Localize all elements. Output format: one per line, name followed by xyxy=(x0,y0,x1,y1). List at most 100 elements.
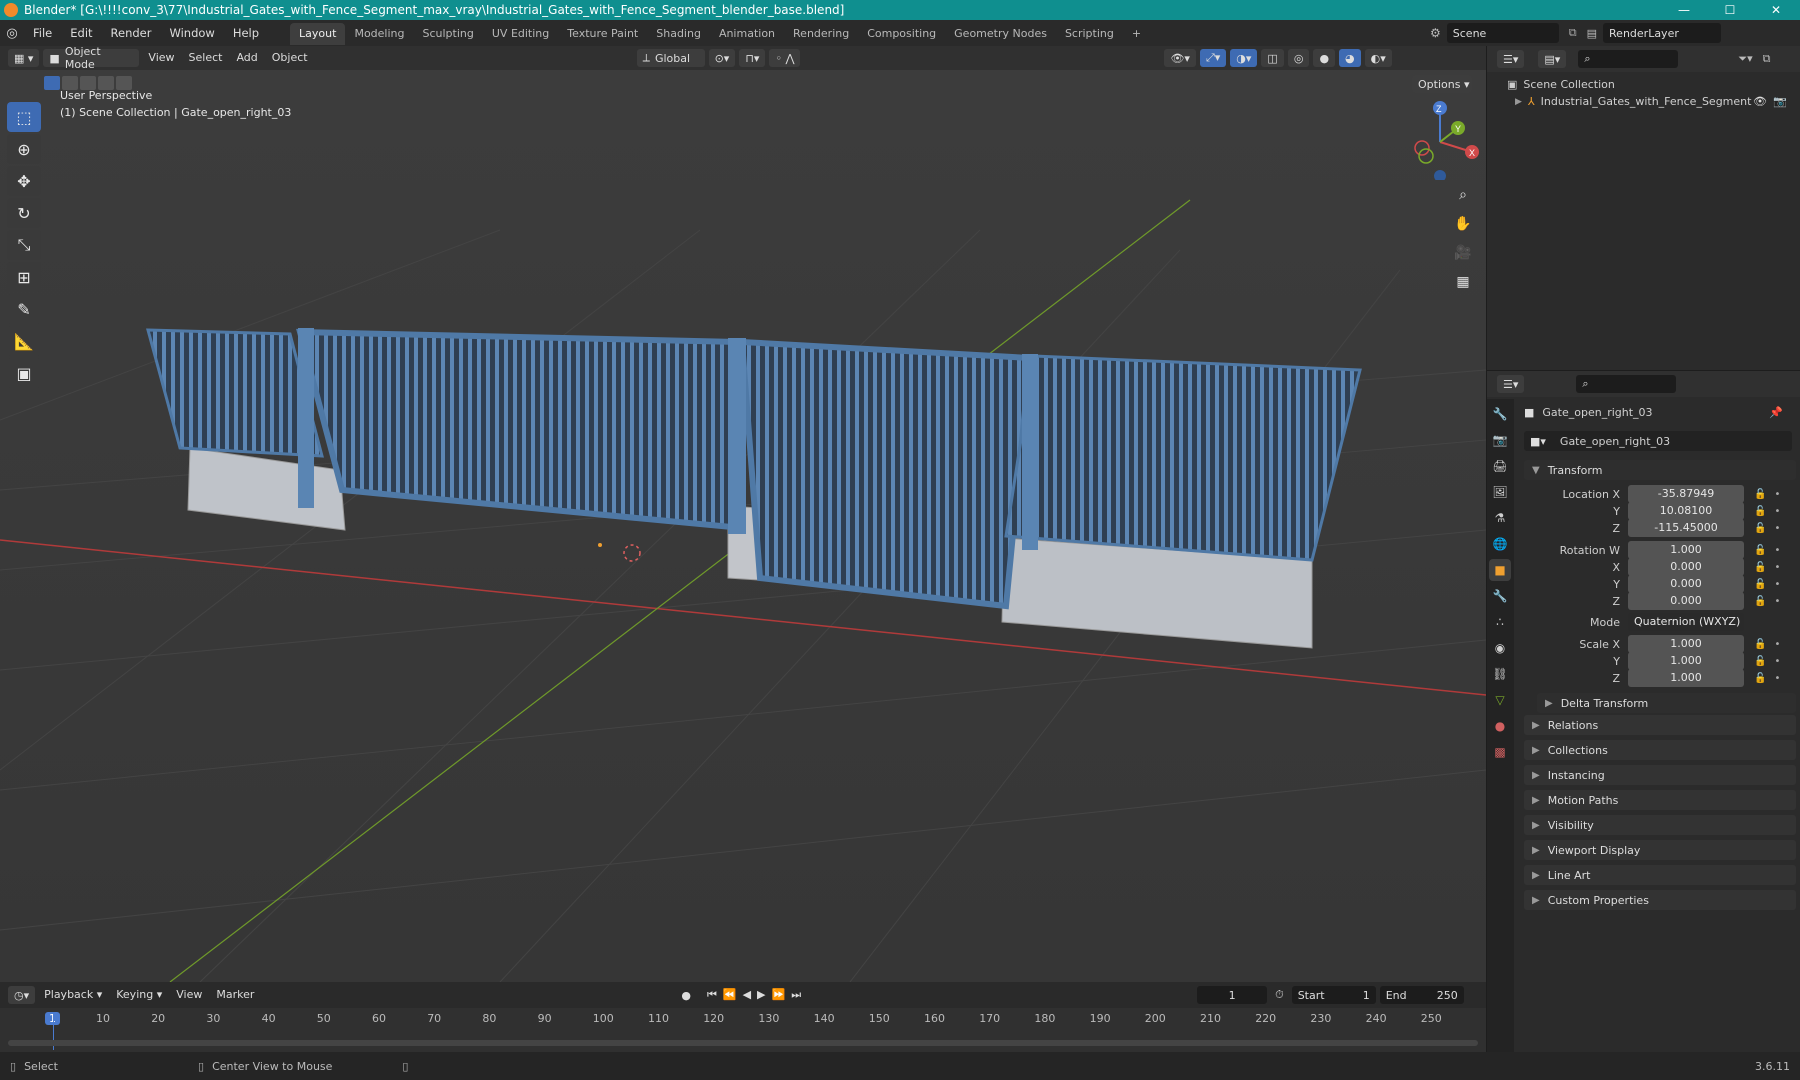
tool-tab-icon[interactable]: 🔧 xyxy=(1489,403,1511,425)
menu-playback[interactable]: Playback ▾ xyxy=(37,986,109,1004)
zoom-icon[interactable]: ⌕ xyxy=(1450,182,1476,208)
shading-rendered[interactable]: ◐▾ xyxy=(1364,49,1392,67)
select-new-icon[interactable] xyxy=(44,76,60,90)
outliner-editor-type[interactable]: ☰▾ xyxy=(1497,50,1525,68)
mode-dropdown[interactable]: ■ Object Mode xyxy=(43,45,140,71)
blender-menu-icon[interactable]: ◎ xyxy=(0,26,24,41)
lock-icon[interactable]: 🔓• xyxy=(1754,579,1788,590)
filter-icon[interactable]: ⏷▾ xyxy=(1738,52,1752,66)
viewport-display-panel[interactable]: ▶ Viewport Display xyxy=(1524,840,1796,860)
material-tab-icon[interactable]: ● xyxy=(1489,715,1511,737)
menu-window[interactable]: Window xyxy=(160,20,223,46)
tab-uv-editing[interactable]: UV Editing xyxy=(483,23,558,45)
record-icon[interactable]: ● xyxy=(681,989,691,1002)
rotation-y-field[interactable]: 0.000 xyxy=(1628,575,1744,593)
line-art-panel[interactable]: ▶ Line Art xyxy=(1524,865,1796,885)
scale-tool-icon[interactable]: ⤡ xyxy=(7,230,41,260)
tab-modeling[interactable]: Modeling xyxy=(345,23,413,45)
lock-icon[interactable]: 🔓• xyxy=(1754,596,1788,607)
menu-view[interactable]: View xyxy=(141,49,181,67)
outliner-scene-collection[interactable]: ▣ Scene Collection xyxy=(1487,72,1800,91)
select-intersect-icon[interactable] xyxy=(116,76,132,90)
rotation-mode-dropdown[interactable]: Quaternion (WXYZ) ▾ xyxy=(1628,613,1744,646)
minimize-button[interactable]: — xyxy=(1662,0,1706,20)
gizmo-toggle[interactable]: ⤢▾ xyxy=(1199,49,1227,67)
menu-help[interactable]: Help xyxy=(224,20,268,46)
tab-sculpting[interactable]: Sculpting xyxy=(414,23,483,45)
select-invert-icon[interactable] xyxy=(98,76,114,90)
tab-geometry-nodes[interactable]: Geometry Nodes xyxy=(945,23,1056,45)
particles-tab-icon[interactable]: ∴ xyxy=(1489,611,1511,633)
measure-tool-icon[interactable]: 📐 xyxy=(7,326,41,356)
timeline-ruler[interactable]: 1102030405060708090100110120130140150160… xyxy=(0,1008,1486,1028)
close-button[interactable]: ✕ xyxy=(1754,0,1798,20)
tab-animation[interactable]: Animation xyxy=(710,23,784,45)
scale-z-field[interactable]: 1.000 xyxy=(1628,669,1744,687)
current-frame-field[interactable]: 1 xyxy=(1197,986,1268,1004)
instancing-panel[interactable]: ▶ Instancing xyxy=(1524,765,1796,785)
outliner-item[interactable]: ▶ ⅄ Industrial_Gates_with_Fence_Segment … xyxy=(1487,91,1800,108)
physics-tab-icon[interactable]: ◉ xyxy=(1489,637,1511,659)
menu-timeline-view[interactable]: View xyxy=(169,986,209,1004)
playback-controls[interactable]: ⏮⏪◀▶⏩⏭ xyxy=(707,988,807,1002)
custom-properties-panel[interactable]: ▶ Custom Properties xyxy=(1524,890,1796,910)
location-z-field[interactable]: -115.45000 xyxy=(1628,519,1744,537)
rotation-x-field[interactable]: 0.000 xyxy=(1628,558,1744,576)
collections-panel[interactable]: ▶ Collections xyxy=(1524,740,1796,760)
lock-icon[interactable]: 🔓• xyxy=(1754,639,1788,650)
maximize-button[interactable]: ☐ xyxy=(1708,0,1752,20)
3d-viewport[interactable]: User Perspective (1) Scene Collection | … xyxy=(0,70,1486,982)
menu-edit[interactable]: Edit xyxy=(61,20,101,46)
tab-compositing[interactable]: Compositing xyxy=(858,23,945,45)
visibility-panel[interactable]: ▶ Visibility xyxy=(1524,815,1796,835)
rotation-z-field[interactable]: 0.000 xyxy=(1628,592,1744,610)
render-camera-icon[interactable]: 📷 xyxy=(1773,95,1787,108)
outliner-search-input[interactable]: ⌕ xyxy=(1578,50,1679,68)
select-extend-icon[interactable] xyxy=(62,76,78,90)
lock-icon[interactable]: 🔓• xyxy=(1754,562,1788,573)
world-tab-icon[interactable]: 🌐 xyxy=(1489,533,1511,555)
shading-wireframe[interactable]: ◎ xyxy=(1287,49,1310,67)
editor-type-dropdown[interactable]: ▦ ▾ xyxy=(8,49,40,67)
scene-field[interactable]: Scene xyxy=(1446,23,1559,43)
modifier-tab-icon[interactable]: 🔧 xyxy=(1489,585,1511,607)
expand-arrow-icon[interactable]: ▶ xyxy=(1515,97,1522,107)
scale-y-field[interactable]: 1.000 xyxy=(1628,652,1744,670)
menu-marker[interactable]: Marker xyxy=(209,986,261,1004)
visibility-eye-icon[interactable]: 👁 xyxy=(1753,95,1767,108)
lock-icon[interactable]: 🔓• xyxy=(1754,506,1788,517)
shading-material[interactable]: ◕ xyxy=(1339,49,1361,67)
tab-scripting[interactable]: Scripting xyxy=(1056,23,1123,45)
scale-x-field[interactable]: 1.000 xyxy=(1628,635,1744,653)
proportional-toggle[interactable]: ◦ ⋀ xyxy=(769,49,801,67)
pivot-dropdown[interactable]: ⊙▾ xyxy=(708,49,736,67)
constraints-tab-icon[interactable]: ⛓ xyxy=(1489,663,1511,685)
menu-file[interactable]: File xyxy=(24,20,61,46)
xray-toggle[interactable]: ◫ xyxy=(1261,49,1284,67)
start-frame-field[interactable]: Start 1 xyxy=(1291,986,1376,1004)
preview-range-icon[interactable]: ⏱ xyxy=(1275,988,1284,1002)
output-tab-icon[interactable]: 🖨 xyxy=(1489,455,1511,477)
lock-icon[interactable]: 🔓• xyxy=(1754,673,1788,684)
add-workspace-button[interactable]: + xyxy=(1123,23,1150,45)
lock-icon[interactable]: 🔓• xyxy=(1754,523,1788,534)
overlay-toggle[interactable]: ◑▾ xyxy=(1230,49,1258,67)
properties-search-input[interactable]: ⌕ xyxy=(1576,375,1677,393)
move-tool-icon[interactable]: ✥ xyxy=(7,166,41,196)
lock-icon[interactable]: 🔓• xyxy=(1754,545,1788,556)
transform-panel-header[interactable]: ▼ Transform xyxy=(1524,460,1796,480)
snap-toggle[interactable]: ⊓▾ xyxy=(739,49,766,67)
perspective-grid-icon[interactable]: ▦ xyxy=(1450,269,1476,295)
location-y-field[interactable]: 10.08100 xyxy=(1628,502,1744,520)
menu-object[interactable]: Object xyxy=(265,49,315,67)
rotate-tool-icon[interactable]: ↻ xyxy=(7,198,41,228)
end-frame-field[interactable]: End 250 xyxy=(1379,986,1464,1004)
menu-keying[interactable]: Keying ▾ xyxy=(109,986,169,1004)
object-tab-icon[interactable]: ■ xyxy=(1489,559,1511,581)
delta-transform-header[interactable]: ▶ Delta Transform xyxy=(1537,693,1796,713)
orientation-dropdown[interactable]: ⟂ Global xyxy=(636,49,705,67)
pin-icon[interactable]: 📌 xyxy=(1769,406,1783,419)
pan-hand-icon[interactable]: ✋ xyxy=(1450,211,1476,237)
object-name-field[interactable]: ■▾ Gate_open_right_03 xyxy=(1524,431,1792,451)
menu-add[interactable]: Add xyxy=(229,49,264,67)
